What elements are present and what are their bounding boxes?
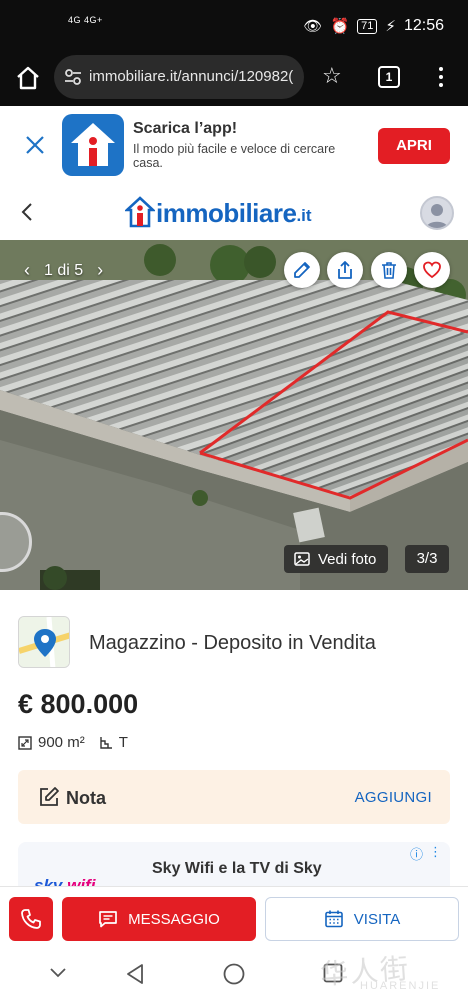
ad-title: Sky Wifi e la TV di Sky bbox=[152, 860, 322, 877]
logo-text: immobiliare bbox=[156, 198, 297, 228]
note-edit-icon bbox=[40, 787, 59, 806]
status-bar: 4G 4G+ 👁 ⏰ 71 ⚡ 12:56 bbox=[0, 0, 468, 52]
share-icon bbox=[338, 261, 352, 279]
site-settings-icon[interactable] bbox=[64, 68, 82, 86]
close-icon[interactable] bbox=[24, 134, 46, 156]
chevron-down-icon[interactable] bbox=[48, 966, 68, 980]
next-photo-icon[interactable]: › bbox=[97, 260, 103, 281]
home-button[interactable] bbox=[14, 64, 42, 92]
surface-feature: 900 m² bbox=[18, 734, 85, 751]
app-logo-icon bbox=[62, 114, 124, 176]
listing-photo[interactable]: ‹ 1 di 5 › Vedi foto 3/3 bbox=[0, 240, 468, 590]
open-app-button[interactable]: APRI bbox=[378, 128, 450, 164]
favorite-button[interactable] bbox=[414, 252, 450, 288]
network-indicator: 4G 4G+ bbox=[68, 15, 103, 25]
listing-header: Magazzino - Deposito in Vendita bbox=[18, 616, 458, 670]
more-vertical-icon[interactable]: ⋮ bbox=[429, 844, 442, 863]
contact-action-bar: MESSAGGIO VISITA bbox=[0, 886, 468, 948]
photo-count-badge: 3/3 bbox=[405, 545, 449, 573]
message-icon bbox=[99, 911, 118, 928]
floor-value: T bbox=[118, 734, 128, 751]
info-icon[interactable]: ⓘ bbox=[410, 844, 423, 863]
listing-features: 900 m² T bbox=[18, 734, 142, 751]
trash-icon bbox=[382, 262, 396, 279]
edit-icon bbox=[294, 262, 310, 278]
aerial-warehouse-image bbox=[0, 240, 468, 590]
edit-button[interactable] bbox=[284, 252, 320, 288]
listing-title: Magazzino - Deposito in Vendita bbox=[89, 632, 376, 654]
map-pin-icon[interactable] bbox=[18, 616, 70, 668]
message-label: MESSAGGIO bbox=[128, 910, 220, 928]
add-note-button[interactable]: AGGIUNGI bbox=[355, 789, 432, 806]
nav-home-icon[interactable] bbox=[222, 962, 246, 986]
view-photos-button[interactable]: Vedi foto bbox=[284, 545, 389, 573]
note-card: Nota AGGIUNGI bbox=[18, 770, 450, 824]
ad-banner[interactable]: sky wifi Sky Wifi e la TV di Sky ⓘ ⋮ bbox=[18, 842, 450, 892]
battery-indicator: 71 bbox=[357, 18, 378, 34]
floor-icon bbox=[99, 736, 112, 749]
alarm-icon: ⏰ bbox=[330, 18, 350, 35]
floor-feature: T bbox=[99, 734, 128, 751]
banner-title: Scarica l’app! bbox=[133, 120, 238, 137]
eye-icon: 👁 bbox=[303, 18, 323, 35]
site-header: immobiliare .it bbox=[0, 186, 468, 240]
charging-icon: ⚡ bbox=[385, 18, 396, 35]
note-label: Nota bbox=[66, 788, 106, 808]
delete-button[interactable] bbox=[371, 252, 407, 288]
surface-icon bbox=[18, 735, 32, 750]
phone-icon bbox=[21, 909, 41, 929]
photo-counter: ‹ 1 di 5 › bbox=[24, 260, 103, 281]
visit-label: VISITA bbox=[353, 910, 401, 928]
call-button[interactable] bbox=[9, 897, 53, 941]
address-bar[interactable]: immobiliare.it/annunci/120982( bbox=[54, 55, 304, 99]
visit-button[interactable]: VISITA bbox=[265, 897, 459, 941]
house-logo-icon bbox=[125, 196, 155, 228]
browser-toolbar: immobiliare.it/annunci/120982( ☆ 1 bbox=[0, 52, 468, 106]
calendar-icon bbox=[324, 910, 343, 928]
photo-counter-text: 1 di 5 bbox=[44, 261, 84, 279]
site-logo[interactable]: immobiliare .it bbox=[125, 194, 312, 228]
url-text: immobiliare.it/annunci/120982( bbox=[89, 68, 294, 85]
back-chevron-icon[interactable] bbox=[18, 200, 36, 224]
browser-menu-icon[interactable] bbox=[436, 65, 446, 91]
message-button[interactable]: MESSAGGIO bbox=[62, 897, 256, 941]
surface-value: 900 m² bbox=[38, 734, 85, 751]
listing-price: € 800.000 bbox=[18, 689, 139, 719]
clock: 12:56 bbox=[403, 17, 444, 34]
banner-subtitle: Il modo più facile e veloce di cercare c… bbox=[133, 142, 336, 170]
tab-switcher-button[interactable]: 1 bbox=[378, 66, 400, 88]
home-icon bbox=[17, 66, 39, 90]
bookmark-star-icon[interactable]: ☆ bbox=[322, 64, 342, 88]
view-photos-label: Vedi foto bbox=[318, 550, 377, 568]
logo-suffix: .it bbox=[296, 206, 312, 225]
user-avatar-icon[interactable] bbox=[420, 196, 454, 230]
nav-back-icon[interactable] bbox=[124, 962, 146, 986]
heart-icon bbox=[423, 261, 441, 279]
ad-choices[interactable]: ⓘ ⋮ bbox=[410, 844, 442, 863]
watermark: 华人街 HUARENJIE bbox=[319, 951, 441, 992]
previous-photo-icon[interactable]: ‹ bbox=[24, 260, 30, 281]
photos-icon bbox=[294, 552, 310, 566]
app-install-banner: Scarica l’app! Il modo più facile e velo… bbox=[0, 106, 468, 186]
share-button[interactable] bbox=[327, 252, 363, 288]
